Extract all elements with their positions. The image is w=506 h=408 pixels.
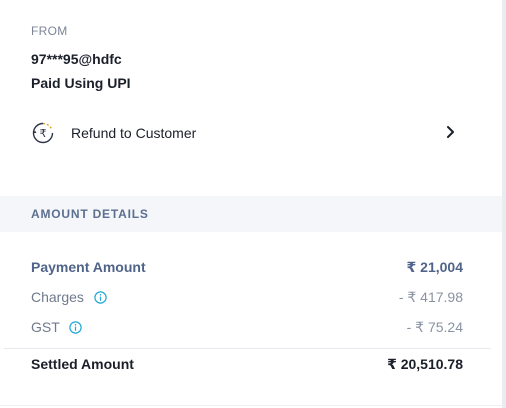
charges-value: - ₹ 417.98 [398, 289, 463, 305]
gst-value: - ₹ 75.24 [406, 319, 463, 335]
rupee-refund-icon: ₹ [32, 122, 54, 144]
payment-amount-value: ₹ 21,004 [406, 259, 463, 275]
refund-to-customer-button[interactable]: ₹ Refund to Customer [25, 116, 465, 150]
payment-amount-label: Payment Amount [31, 259, 146, 275]
settled-amount-value: ₹ 20,510.78 [387, 356, 463, 372]
payer-vpa: 97***95@hdfc [31, 51, 122, 67]
settled-amount-label: Settled Amount [31, 356, 134, 372]
payment-method: Paid Using UPI [31, 75, 131, 91]
payment-amount-row: Payment Amount ₹ 21,004 [31, 259, 463, 279]
settled-amount-row: Settled Amount ₹ 20,510.78 [31, 356, 463, 376]
amount-details-header: AMOUNT DETAILS [0, 196, 502, 232]
divider [4, 348, 491, 349]
svg-text:₹: ₹ [40, 127, 47, 140]
chevron-right-icon [447, 126, 454, 138]
section-title: AMOUNT DETAILS [31, 207, 149, 221]
charges-row: Charges - ₹ 417.98 [31, 289, 463, 309]
panel-border [502, 0, 506, 408]
charges-label-group: Charges [31, 289, 107, 305]
gst-label-group: GST [31, 319, 83, 335]
divider [0, 405, 502, 406]
gst-label: GST [31, 319, 60, 335]
from-label: FROM [31, 24, 68, 38]
charges-label: Charges [31, 289, 84, 305]
info-icon[interactable] [69, 321, 83, 334]
refund-label: Refund to Customer [71, 125, 197, 141]
info-icon[interactable] [94, 291, 107, 304]
payment-details-panel: FROM 97***95@hdfc Paid Using UPI ₹ Refun… [0, 0, 502, 408]
gst-row: GST - ₹ 75.24 [31, 319, 463, 339]
